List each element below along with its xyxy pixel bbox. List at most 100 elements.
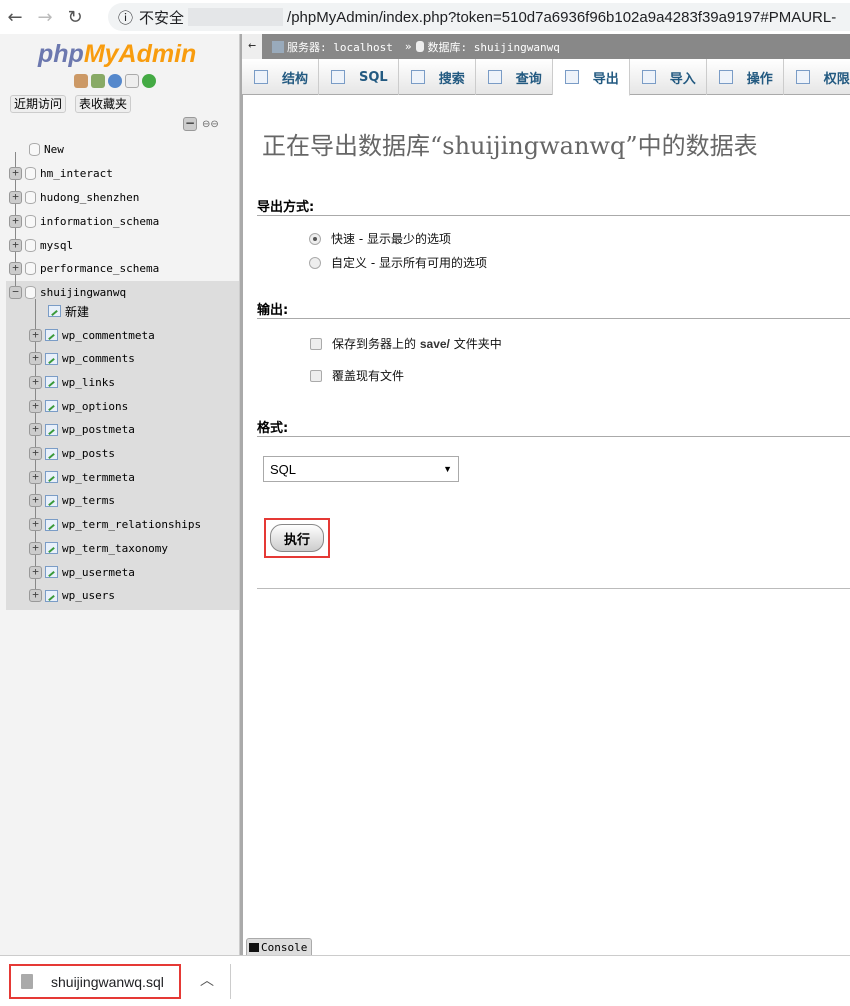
save-on-server-control[interactable] [310, 337, 322, 350]
phpmyadmin-logo[interactable]: phpMyAdmin [38, 40, 196, 69]
table-name[interactable]: wp_usermeta [62, 566, 135, 579]
radio-quick-control[interactable] [309, 232, 321, 245]
tab-export[interactable]: 导出 [552, 59, 630, 96]
expand-icon[interactable]: + [29, 352, 42, 366]
address-bar[interactable]: ⓘ 不安全 /phpMyAdmin/index.php?token=510d7a… [108, 3, 850, 31]
radio-quick-label[interactable]: 快速 - 显示最少的选项 [331, 230, 451, 247]
database-name[interactable]: performance_schema [40, 262, 159, 275]
home-icon[interactable] [74, 74, 88, 88]
expand-icon[interactable]: + [29, 328, 42, 342]
expand-icon[interactable]: + [9, 214, 22, 228]
table-name[interactable]: wp_term_relationships [62, 518, 201, 531]
table-name[interactable]: wp_termmeta [62, 471, 135, 484]
database-name[interactable]: information_schema [40, 215, 159, 228]
table-name[interactable]: wp_commentmeta [62, 329, 155, 342]
database-name[interactable]: New [44, 143, 64, 156]
table-item[interactable]: + wp_usermeta [29, 564, 135, 580]
overwrite-checkbox[interactable]: 覆盖现有文件 [310, 367, 404, 384]
overwrite-control[interactable] [310, 369, 322, 382]
expand-icon[interactable]: + [9, 166, 22, 180]
help-icon[interactable] [108, 74, 122, 88]
tab-query[interactable]: 查询 [476, 59, 553, 95]
expand-icon[interactable]: + [29, 565, 42, 579]
collapse-all-icon[interactable]: − [183, 117, 197, 131]
table-item[interactable]: + wp_terms [29, 493, 115, 509]
table-item[interactable]: + wp_postmeta [29, 422, 135, 438]
panel-resizer[interactable] [240, 34, 243, 955]
table-item[interactable]: + wp_users [29, 588, 115, 604]
docs-icon[interactable] [125, 74, 139, 88]
expand-icon[interactable]: + [9, 261, 22, 275]
table-name[interactable]: wp_term_taxonomy [62, 542, 168, 555]
database-name[interactable]: shuijingwanwq [40, 286, 126, 299]
tab-import[interactable]: 导入 [630, 59, 707, 95]
table-item[interactable]: + wp_term_relationships [29, 517, 201, 533]
database-name[interactable]: hm_interact [40, 167, 113, 180]
radio-custom-label[interactable]: 自定义 - 显示所有可用的选项 [331, 254, 487, 271]
expand-icon[interactable]: + [29, 589, 42, 603]
database-item[interactable]: + hudong_shenzhen [9, 189, 139, 205]
database-item[interactable]: + information_schema [9, 213, 159, 229]
new-table-item[interactable]: 新建 [48, 303, 89, 319]
table-item[interactable]: + wp_termmeta [29, 469, 135, 485]
tab-privileges[interactable]: 权限 [784, 59, 850, 95]
expand-icon[interactable]: + [29, 470, 42, 484]
back-icon[interactable]: ← [0, 7, 30, 28]
radio-custom[interactable]: 自定义 - 显示所有可用的选项 [309, 254, 487, 271]
forward-icon[interactable]: → [30, 7, 60, 28]
table-name[interactable]: wp_terms [62, 494, 115, 507]
collapse-icon[interactable]: − [9, 285, 22, 299]
database-item[interactable]: + hm_interact [9, 165, 113, 181]
breadcrumb-server[interactable]: 服务器: localhost [287, 39, 393, 55]
expand-icon[interactable]: + [29, 541, 42, 555]
expand-icon[interactable]: + [29, 375, 42, 389]
table-name[interactable]: wp_links [62, 376, 115, 389]
tab-structure[interactable]: 结构 [242, 59, 320, 95]
database-item[interactable]: + mysql [9, 237, 73, 253]
table-name[interactable]: wp_comments [62, 352, 135, 365]
breadcrumb-database[interactable]: 数据库: shuijingwanwq [427, 39, 559, 55]
chevron-up-icon[interactable]: ︿ [200, 970, 214, 990]
database-name[interactable]: mysql [40, 239, 73, 252]
table-name[interactable]: wp_options [62, 400, 128, 413]
info-icon[interactable]: ⓘ [118, 7, 133, 28]
expand-icon[interactable]: + [9, 238, 22, 252]
database-name[interactable]: hudong_shenzhen [40, 191, 139, 204]
table-item[interactable]: + wp_options [29, 398, 128, 414]
table-name[interactable]: wp_posts [62, 447, 115, 460]
new-table-label[interactable]: 新建 [65, 303, 89, 320]
download-item[interactable]: shuijingwanwq.sql [9, 964, 181, 999]
database-item[interactable]: − shuijingwanwq [9, 284, 126, 300]
go-button[interactable]: 执行 [270, 524, 324, 552]
tab-wrench[interactable]: 操作 [707, 59, 784, 95]
expand-icon[interactable]: + [29, 494, 42, 508]
table-name[interactable]: wp_users [62, 589, 115, 602]
table-item[interactable]: + wp_links [29, 374, 115, 390]
expand-icon[interactable]: + [9, 190, 22, 204]
reload-nav-icon[interactable] [142, 74, 156, 88]
format-select[interactable]: SQL ▼ [263, 456, 459, 482]
recent-button[interactable]: 近期访问 [10, 95, 67, 113]
console-tab[interactable]: Console [246, 938, 312, 955]
save-on-server-label[interactable]: 保存到务器上的 save/ 文件夹中 [332, 335, 502, 352]
table-name[interactable]: wp_postmeta [62, 423, 135, 436]
radio-custom-control[interactable] [309, 256, 321, 269]
tab-search[interactable]: 搜索 [399, 59, 476, 95]
logout-icon[interactable] [91, 74, 105, 88]
database-item[interactable]: + performance_schema [9, 260, 159, 276]
radio-quick[interactable]: 快速 - 显示最少的选项 [309, 230, 451, 247]
favorites-button[interactable]: 表收藏夹 [75, 95, 132, 113]
table-item[interactable]: + wp_term_taxonomy [29, 540, 168, 556]
expand-icon[interactable]: + [29, 399, 42, 413]
table-item[interactable]: + wp_commentmeta [29, 327, 155, 343]
expand-icon[interactable]: + [29, 447, 42, 460]
expand-icon[interactable]: + [29, 423, 42, 437]
reload-icon[interactable]: ↻ [60, 7, 90, 28]
collapse-panel-icon[interactable]: ← [242, 34, 262, 59]
link-icon[interactable]: ⊖⊖ [202, 119, 219, 130]
table-item[interactable]: + wp_comments [29, 351, 135, 367]
overwrite-label[interactable]: 覆盖现有文件 [332, 367, 404, 384]
new-database-item[interactable]: New [29, 141, 64, 157]
tab-sql[interactable]: SQL [319, 59, 399, 95]
expand-icon[interactable]: + [29, 518, 42, 532]
